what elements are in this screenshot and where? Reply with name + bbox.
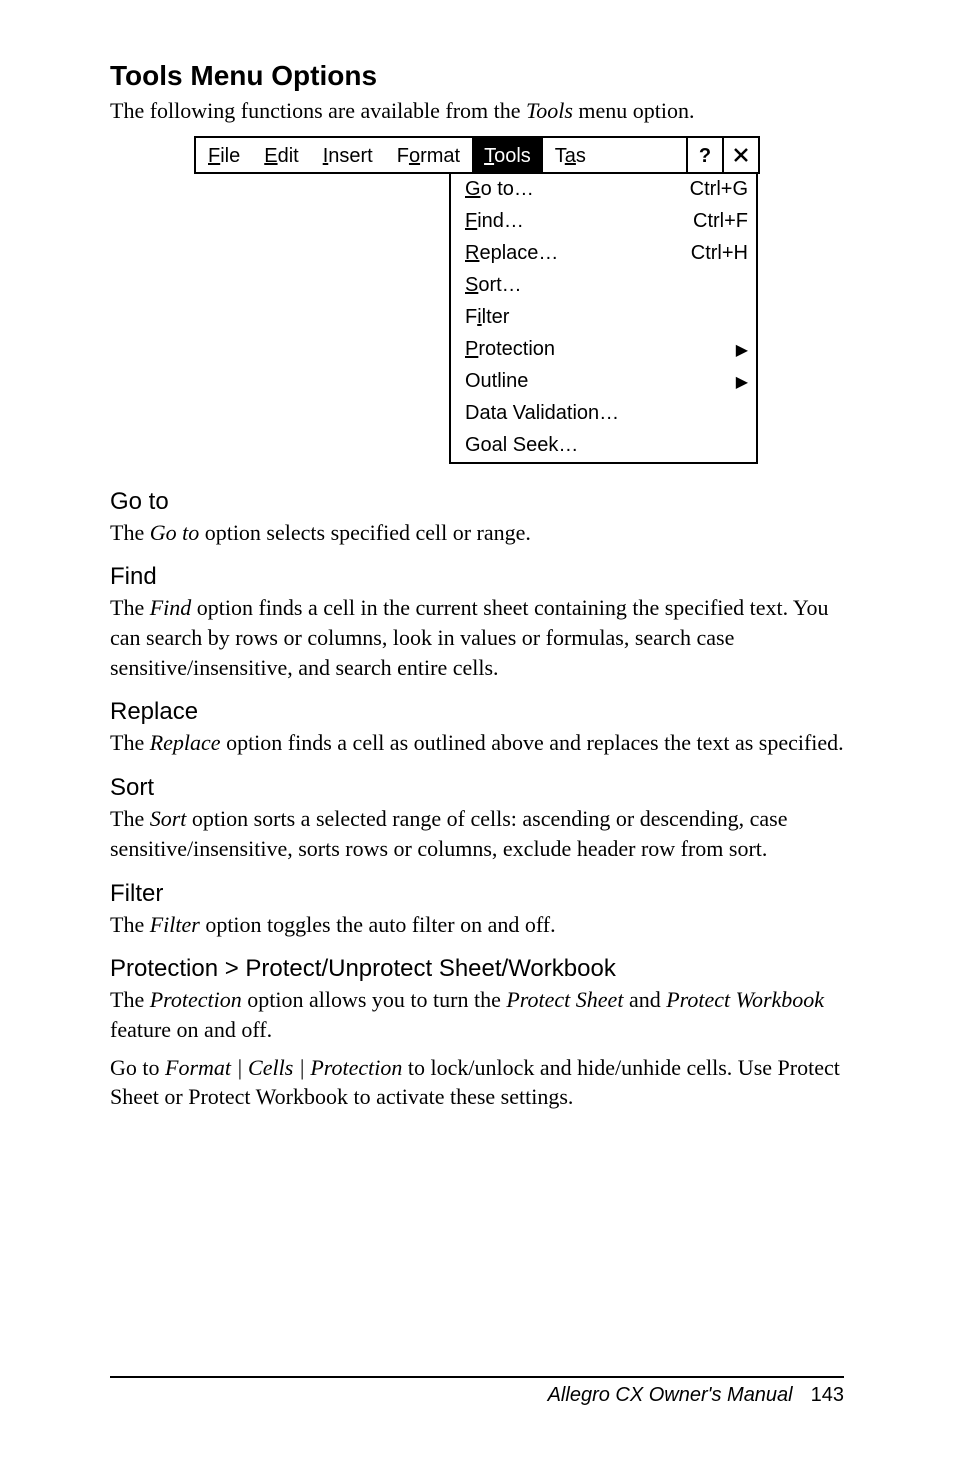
- para-goto: The Go to option selects specified cell …: [110, 518, 844, 548]
- page-footer: Allegro CX Owner's Manual 143: [110, 1376, 844, 1407]
- menu-item-goal-seek[interactable]: Goal Seek…: [451, 430, 756, 462]
- menu-tools-rest: ools: [494, 145, 531, 167]
- menu-file[interactable]: File: [196, 138, 252, 172]
- subhead-protection: Protection > Protect/Unprotect Sheet/Wor…: [110, 955, 844, 983]
- para-find: The Find option finds a cell in the curr…: [110, 593, 844, 682]
- menu-format[interactable]: Format: [385, 138, 472, 172]
- menu-item-data-validation[interactable]: Data Validation…: [451, 398, 756, 430]
- menu-tools[interactable]: Tools: [472, 138, 543, 172]
- menu-item-replace[interactable]: Replace… Ctrl+H: [451, 238, 756, 270]
- menubar: File Edit Insert Format Tools Tas ?: [194, 136, 760, 174]
- footer-rule: [110, 1376, 844, 1378]
- intro-italic: Tools: [526, 98, 573, 123]
- intro-pre: The following functions are available fr…: [110, 98, 526, 123]
- subhead-goto: Go to: [110, 488, 844, 516]
- submenu-arrow-icon: ▶: [736, 372, 748, 392]
- para-protection-1: The Protection option allows you to turn…: [110, 985, 844, 1044]
- menu-item-protection[interactable]: Protection ▶: [451, 334, 756, 366]
- menu-edit[interactable]: Edit: [252, 138, 310, 172]
- para-sort: The Sort option sorts a selected range o…: [110, 804, 844, 863]
- menu-edit-rest: dit: [278, 145, 299, 167]
- intro-paragraph: The following functions are available fr…: [110, 96, 844, 126]
- menu-insert[interactable]: Insert: [311, 138, 385, 172]
- footer-title: Allegro CX Owner's Manual: [548, 1384, 793, 1406]
- menu-item-goto[interactable]: Go to… Ctrl+G: [451, 174, 756, 206]
- menu-tools-mnemonic: T: [484, 145, 494, 167]
- shortcut-replace: Ctrl+H: [691, 242, 748, 265]
- menu-edit-mnemonic: E: [264, 145, 277, 167]
- subhead-filter: Filter: [110, 880, 844, 908]
- subhead-replace: Replace: [110, 698, 844, 726]
- help-icon: ?: [699, 145, 711, 168]
- tools-dropdown: Go to… Ctrl+G Find… Ctrl+F Replace… Ctrl…: [449, 174, 758, 464]
- menu-help[interactable]: ?: [688, 138, 722, 172]
- para-protection-2: Go to Format | Cells | Protection to loc…: [110, 1053, 844, 1112]
- menu-file-mnemonic: F: [208, 145, 220, 167]
- menu-tas-post: s: [576, 145, 586, 167]
- subhead-sort: Sort: [110, 774, 844, 802]
- menu-item-find[interactable]: Find… Ctrl+F: [451, 206, 756, 238]
- menu-format-mnemonic: o: [409, 145, 420, 167]
- para-replace: The Replace option finds a cell as outli…: [110, 728, 844, 758]
- menu-tas-pre: T: [555, 145, 565, 167]
- para-filter: The Filter option toggles the auto filte…: [110, 910, 844, 940]
- menu-screenshot: File Edit Insert Format Tools Tas ?: [194, 136, 760, 464]
- menu-tasks-truncated[interactable]: Tas: [543, 138, 686, 172]
- intro-post: menu option.: [573, 98, 695, 123]
- close-icon: [732, 146, 750, 164]
- menu-format-pre: F: [397, 145, 409, 167]
- menu-file-rest: ile: [220, 145, 240, 167]
- shortcut-goto: Ctrl+G: [690, 178, 748, 201]
- menu-item-outline[interactable]: Outline ▶: [451, 366, 756, 398]
- menu-format-post: rmat: [420, 145, 460, 167]
- menu-item-sort[interactable]: Sort…: [451, 270, 756, 302]
- menu-insert-rest: nsert: [328, 145, 372, 167]
- footer-page-number: 143: [811, 1384, 844, 1406]
- submenu-arrow-icon: ▶: [736, 340, 748, 360]
- subhead-find: Find: [110, 563, 844, 591]
- menu-item-filter[interactable]: Filter: [451, 302, 756, 334]
- menu-close[interactable]: [724, 138, 758, 172]
- section-title: Tools Menu Options: [110, 60, 844, 92]
- shortcut-find: Ctrl+F: [693, 210, 748, 233]
- menu-tas-mnemonic: a: [565, 145, 576, 167]
